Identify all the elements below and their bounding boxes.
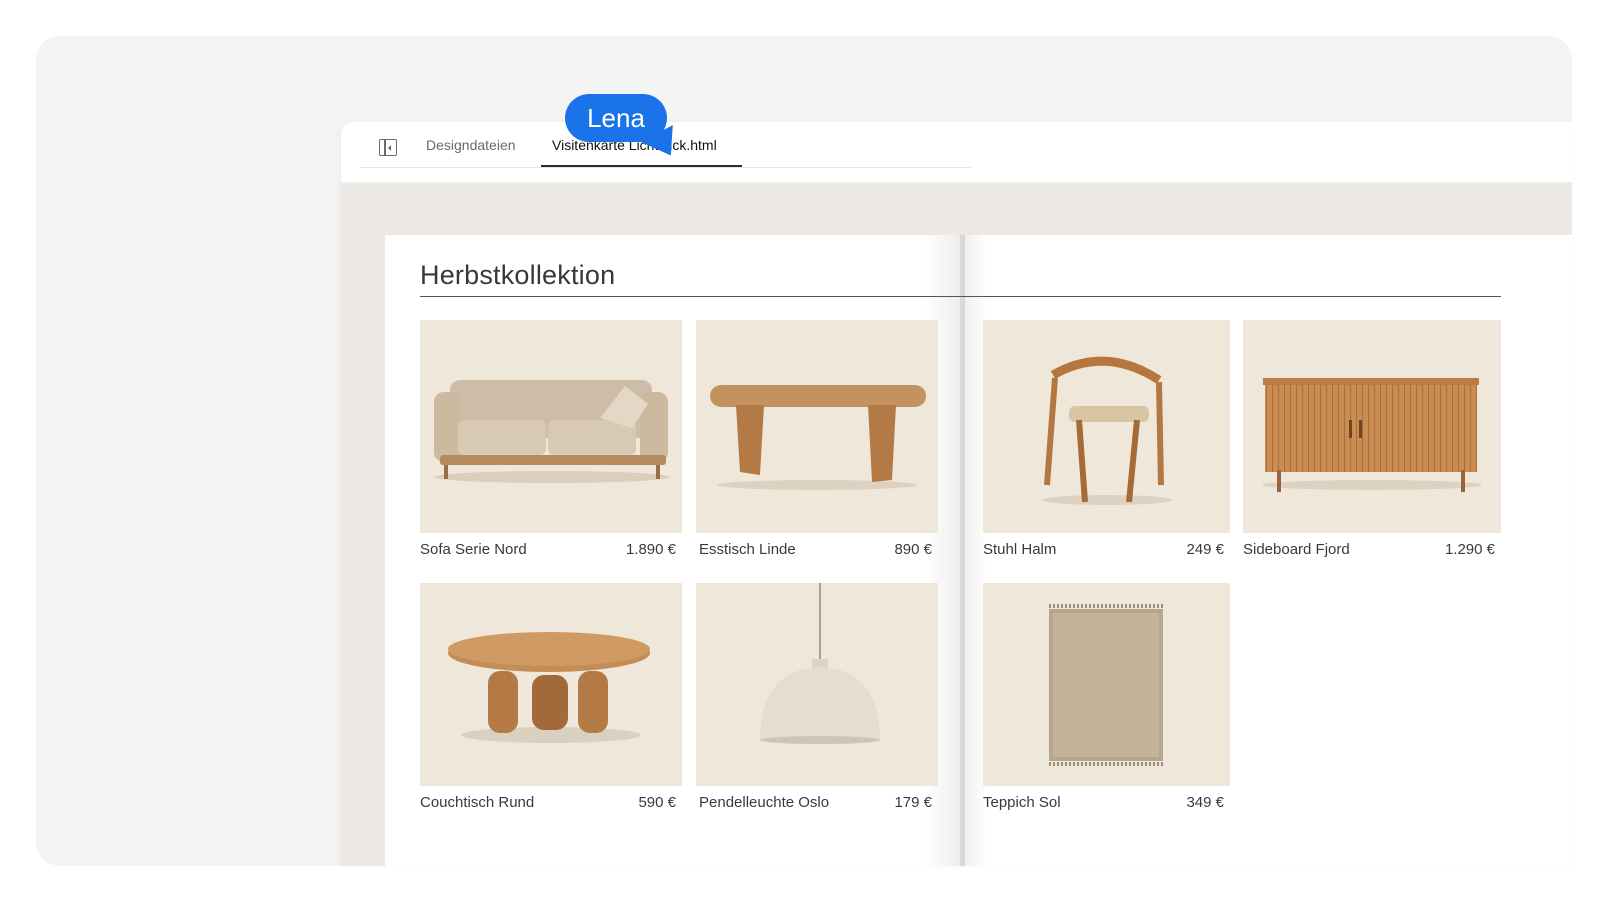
active-tab-indicator	[541, 165, 742, 167]
sofa-image	[420, 320, 682, 533]
product-name: Teppich Sol	[983, 794, 1061, 811]
product-card-pendelleuchte[interactable]: Pendelleuchte Oslo 179 €	[696, 583, 938, 823]
product-price: 179 €	[894, 794, 932, 811]
sidebar-toggle-icon[interactable]	[379, 139, 397, 156]
sideboard-image	[1243, 320, 1501, 533]
product-card-couchtisch[interactable]: Couchtisch Rund 590 €	[420, 583, 682, 823]
dining-table-image	[696, 320, 938, 533]
product-name: Couchtisch Rund	[420, 794, 535, 811]
chair-image	[983, 320, 1230, 533]
product-price: 890 €	[894, 541, 932, 558]
product-name: Stuhl Halm	[983, 541, 1057, 558]
pendant-lamp-image	[696, 583, 938, 786]
coffee-table-image	[420, 583, 682, 786]
product-card-stuhl[interactable]: Stuhl Halm 249 €	[983, 320, 1230, 570]
rug-image	[983, 583, 1230, 786]
product-name: Sideboard Fjord	[1243, 541, 1350, 558]
product-price: 249 €	[1186, 541, 1224, 558]
product-name: Sofa Serie Nord	[420, 541, 527, 558]
product-card-sideboard[interactable]: Sideboard Fjord 1.290 €	[1243, 320, 1501, 570]
product-name: Esstisch Linde	[699, 541, 796, 558]
product-price: 1.290 €	[1444, 541, 1495, 558]
catalog-heading: Herbstkollektion	[420, 260, 616, 290]
tab-designdateien[interactable]: Designdateien	[426, 137, 516, 153]
product-price: 349 €	[1186, 794, 1224, 811]
product-price: 590 €	[638, 794, 676, 811]
product-price: 1.890 €	[625, 541, 676, 558]
collaborator-cursor-label: Lena	[565, 94, 667, 142]
tab-bar: Designdateien Visitenkarte Lichtblick.ht…	[341, 122, 1572, 183]
product-card-esstisch[interactable]: Esstisch Linde 890 €	[696, 320, 938, 570]
catalog-spread: Herbstkollektion Sofa Serie Nord 1.890 €	[385, 235, 1572, 866]
tab-rail	[361, 167, 971, 168]
heading-rule	[420, 296, 1501, 297]
product-card-teppich[interactable]: Teppich Sol 349 €	[983, 583, 1230, 823]
product-name: Pendelleuchte Oslo	[699, 794, 830, 811]
product-card-sofa[interactable]: Sofa Serie Nord 1.890 €	[420, 320, 682, 570]
